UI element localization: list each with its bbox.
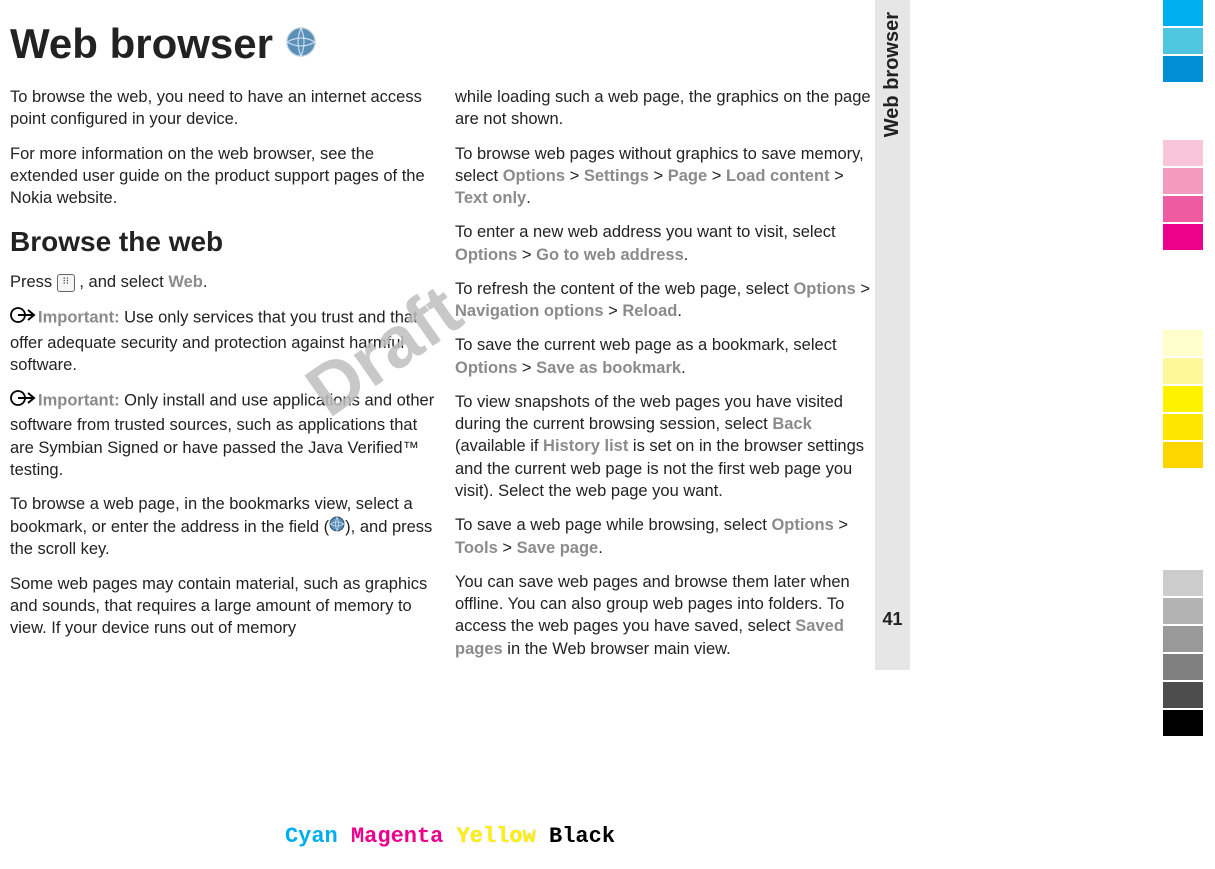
side-tab: Web browser 41: [875, 0, 910, 670]
menu-save-bookmark: Save as bookmark: [536, 359, 681, 377]
color-swatch: [1163, 224, 1203, 250]
col2-p7: To save a web page while browsing, selec…: [455, 514, 880, 559]
color-swatch: [1163, 56, 1203, 82]
color-calibration-bars: [945, 0, 1215, 869]
menu-history-list: History list: [543, 437, 628, 455]
color-swatch: [1163, 570, 1203, 596]
globe-icon: [329, 516, 345, 538]
title-text: Web browser: [10, 20, 273, 68]
dot: .: [681, 359, 686, 377]
col2-p5: To save the current web page as a bookma…: [455, 334, 880, 379]
menu-text-only: Text only: [455, 189, 526, 207]
t: To save the current web page as a bookma…: [455, 336, 837, 354]
menu-options: Options: [455, 246, 517, 264]
menu-back: Back: [772, 415, 811, 433]
menu-options: Options: [503, 167, 565, 185]
dot: .: [684, 246, 689, 264]
sep: >: [517, 359, 536, 377]
color-swatch: [1163, 386, 1203, 412]
menu-reload: Reload: [622, 302, 677, 320]
color-swatch: [1163, 442, 1203, 468]
color-swatch: [1163, 168, 1203, 194]
warning-arrow-icon: [10, 305, 36, 331]
browse-instruction: To browse a web page, in the bookmarks v…: [10, 493, 435, 560]
section-heading: Browse the web: [10, 223, 435, 261]
menu-save-page: Save page: [517, 539, 599, 557]
menu-key-icon: ⁝⁝: [57, 274, 75, 292]
menu-navigation-options: Navigation options: [455, 302, 604, 320]
intro-1: To browse the web, you need to have an i…: [10, 86, 435, 131]
sep: >: [856, 280, 870, 298]
sep: >: [649, 167, 668, 185]
color-swatch: [1163, 330, 1203, 356]
t: To refresh the content of the web page, …: [455, 280, 793, 298]
color-swatch: [1163, 654, 1203, 680]
press-post: , and select: [75, 273, 169, 291]
intro-2: For more information on the web browser,…: [10, 143, 435, 210]
sep: >: [565, 167, 584, 185]
color-swatch: [1163, 358, 1203, 384]
dot: .: [677, 302, 682, 320]
column-right: while loading such a web page, the graph…: [455, 86, 880, 672]
globe-icon: [285, 20, 317, 68]
menu-page: Page: [668, 167, 707, 185]
sep: >: [707, 167, 726, 185]
color-swatch: [1163, 414, 1203, 440]
menu-tools: Tools: [455, 539, 498, 557]
press-line: Press ⁝⁝ , and select Web.: [10, 271, 435, 293]
memory-para: Some web pages may contain material, suc…: [10, 573, 435, 640]
menu-options: Options: [771, 516, 833, 534]
menu-web: Web: [168, 273, 203, 291]
sep: >: [498, 539, 517, 557]
dot: .: [598, 539, 603, 557]
color-swatch: [1163, 140, 1203, 166]
column-left: To browse the web, you need to have an i…: [10, 86, 435, 672]
t: To save a web page while browsing, selec…: [455, 516, 771, 534]
col2-p3: To enter a new web address you want to v…: [455, 221, 880, 266]
footer-yellow: Yellow: [457, 824, 536, 849]
sep: >: [604, 302, 623, 320]
footer-cyan: Cyan: [285, 824, 338, 849]
warning-arrow-icon: [10, 388, 36, 414]
important-label-1: Important:: [38, 309, 120, 327]
page-number: 41: [882, 609, 902, 630]
footer-magenta: Magenta: [351, 824, 443, 849]
footer-black: Black: [549, 824, 615, 849]
dot1: .: [203, 273, 208, 291]
menu-load-content: Load content: [726, 167, 830, 185]
menu-goto: Go to web address: [536, 246, 684, 264]
side-tab-label: Web browser: [881, 12, 904, 137]
color-swatch: [1163, 598, 1203, 624]
t: in the Web browser main view.: [503, 640, 731, 658]
menu-options: Options: [793, 280, 855, 298]
col2-p1: while loading such a web page, the graph…: [455, 86, 880, 131]
color-swatch: [1163, 28, 1203, 54]
t: To enter a new web address you want to v…: [455, 223, 836, 241]
col2-p2: To browse web pages without graphics to …: [455, 143, 880, 210]
important-2: Important: Only install and use applicat…: [10, 388, 435, 481]
page-title: Web browser: [10, 20, 880, 68]
press-pre: Press: [10, 273, 57, 291]
important-label-2: Important:: [38, 392, 120, 410]
t: (available if: [455, 437, 543, 455]
cmyk-footer: Cyan Magenta Yellow Black: [0, 824, 900, 849]
col2-p6: To view snapshots of the web pages you h…: [455, 391, 880, 502]
menu-options: Options: [455, 359, 517, 377]
col2-p8: You can save web pages and browse them l…: [455, 571, 880, 660]
sep: >: [834, 516, 848, 534]
color-swatch: [1163, 682, 1203, 708]
important-1: Important: Use only services that you tr…: [10, 305, 435, 376]
sep: >: [517, 246, 536, 264]
menu-settings: Settings: [584, 167, 649, 185]
sep: >: [830, 167, 844, 185]
t: You can save web pages and browse them l…: [455, 573, 850, 636]
color-swatch: [1163, 0, 1203, 26]
col2-p4: To refresh the content of the web page, …: [455, 278, 880, 323]
color-swatch: [1163, 196, 1203, 222]
color-swatch: [1163, 626, 1203, 652]
color-swatch: [1163, 710, 1203, 736]
dot: .: [526, 189, 531, 207]
